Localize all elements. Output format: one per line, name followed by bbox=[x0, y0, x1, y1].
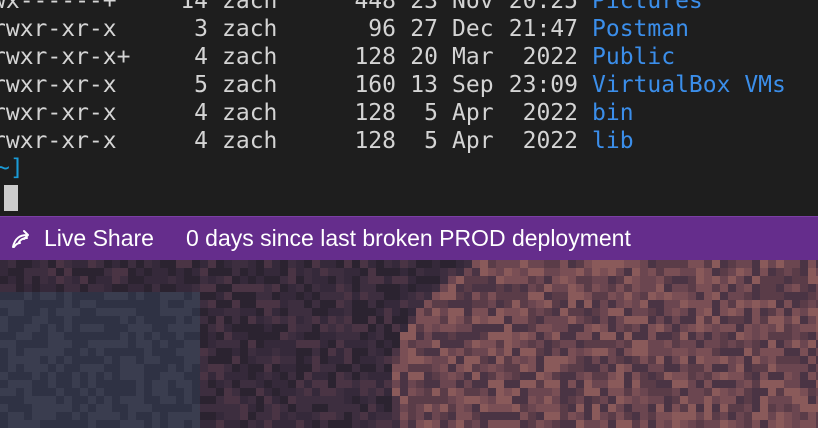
listing-perm: rwxr-xr-x+ bbox=[0, 44, 131, 70]
listing-owner: zach bbox=[222, 72, 278, 98]
listing-mon: Nov bbox=[452, 0, 494, 14]
listing-time: 2022 bbox=[522, 100, 578, 126]
listing-owner: zach bbox=[222, 16, 278, 42]
listing-row: rwxr-xr-x 5 zach 160 13 Sep 23:09 VirtualBox VM… bbox=[0, 71, 786, 99]
listing-links: 5 bbox=[194, 72, 208, 98]
listing-size: 128 bbox=[354, 128, 396, 154]
terminal-panel[interactable]: wx------+ 14 zach 448 23 Nov 20:25 Pictures rwxr… bbox=[0, 0, 818, 215]
listing-links: 4 bbox=[194, 44, 208, 70]
listing-name[interactable]: lib bbox=[578, 127, 634, 155]
screen: wx------+ 14 zach 448 23 Nov 20:25 Pictures rwxr… bbox=[0, 0, 818, 428]
listing-perm: rwxr-xr-x bbox=[0, 100, 117, 126]
listing-day: 5 bbox=[424, 128, 438, 154]
listing-name[interactable]: Postman bbox=[578, 15, 689, 43]
listing-perm: rwxr-xr-x bbox=[0, 128, 117, 154]
listing-size: 128 bbox=[354, 100, 396, 126]
listing-owner: zach bbox=[222, 100, 278, 126]
listing-size: 128 bbox=[354, 44, 396, 70]
background-art bbox=[0, 260, 818, 428]
listing-name[interactable]: Public bbox=[578, 43, 675, 71]
listing-row: rwxr-xr-x+ 4 zach 128 20 Mar 2022 Public bbox=[0, 43, 675, 71]
listing-day: 23 bbox=[410, 0, 438, 14]
listing-owner: zach bbox=[222, 128, 278, 154]
status-bar: Live Share 0 days since last broken PROD… bbox=[0, 216, 818, 260]
listing-size: 448 bbox=[354, 0, 396, 14]
listing-size: 160 bbox=[354, 72, 396, 98]
listing-owner: zach bbox=[222, 0, 278, 14]
listing-day: 20 bbox=[410, 44, 438, 70]
listing-day: 13 bbox=[410, 72, 438, 98]
pixel-art-image bbox=[0, 260, 818, 428]
status-message-text: 0 days since last broken PROD deployment bbox=[185, 225, 631, 251]
listing-time: 21:47 bbox=[508, 16, 578, 42]
listing-name[interactable]: VirtualBox VMs bbox=[578, 71, 786, 99]
live-share-icon bbox=[12, 229, 29, 248]
listing-mon: Mar bbox=[452, 44, 494, 70]
listing-row: wx------+ 14 zach 448 23 Nov 20:25 Pictures bbox=[0, 0, 703, 15]
listing-mon: Sep bbox=[452, 72, 494, 98]
listing-owner: zach bbox=[222, 44, 278, 70]
status-message[interactable]: 0 days since last broken PROD deployment bbox=[174, 217, 631, 261]
listing-links: 4 bbox=[194, 100, 208, 126]
listing-links: 4 bbox=[194, 128, 208, 154]
listing-name[interactable]: Pictures bbox=[578, 0, 703, 15]
listing-time: 20:25 bbox=[508, 0, 578, 14]
prompt-tail: ~] bbox=[0, 155, 24, 181]
listing-name[interactable]: bin bbox=[578, 99, 634, 127]
listing-row: rwxr-xr-x 4 zach 128 5 Apr 2022 lib bbox=[0, 127, 634, 155]
live-share-button[interactable]: Live Share bbox=[0, 217, 174, 261]
listing-links: 3 bbox=[194, 16, 208, 42]
listing-day: 27 bbox=[410, 16, 438, 42]
listing-perm: wx------+ bbox=[0, 0, 117, 14]
listing-row: rwxr-xr-x 4 zach 128 5 Apr 2022 bin bbox=[0, 99, 634, 127]
listing-mon: Apr bbox=[452, 128, 494, 154]
listing-day: 5 bbox=[424, 100, 438, 126]
listing-perm: rwxr-xr-x bbox=[0, 16, 117, 42]
listing-mon: Dec bbox=[452, 16, 494, 42]
listing-row: rwxr-xr-x 3 zach 96 27 Dec 21:47 Postman bbox=[0, 15, 689, 43]
listing-size: 96 bbox=[368, 16, 396, 42]
listing-time: 2022 bbox=[522, 128, 578, 154]
listing-mon: Apr bbox=[452, 100, 494, 126]
listing-perm: rwxr-xr-x bbox=[0, 72, 117, 98]
live-share-label: Live Share bbox=[44, 225, 154, 251]
listing-links: 14 bbox=[180, 0, 208, 14]
listing-time: 2022 bbox=[522, 44, 578, 70]
listing-time: 23:09 bbox=[508, 72, 578, 98]
terminal-cursor bbox=[4, 185, 18, 211]
